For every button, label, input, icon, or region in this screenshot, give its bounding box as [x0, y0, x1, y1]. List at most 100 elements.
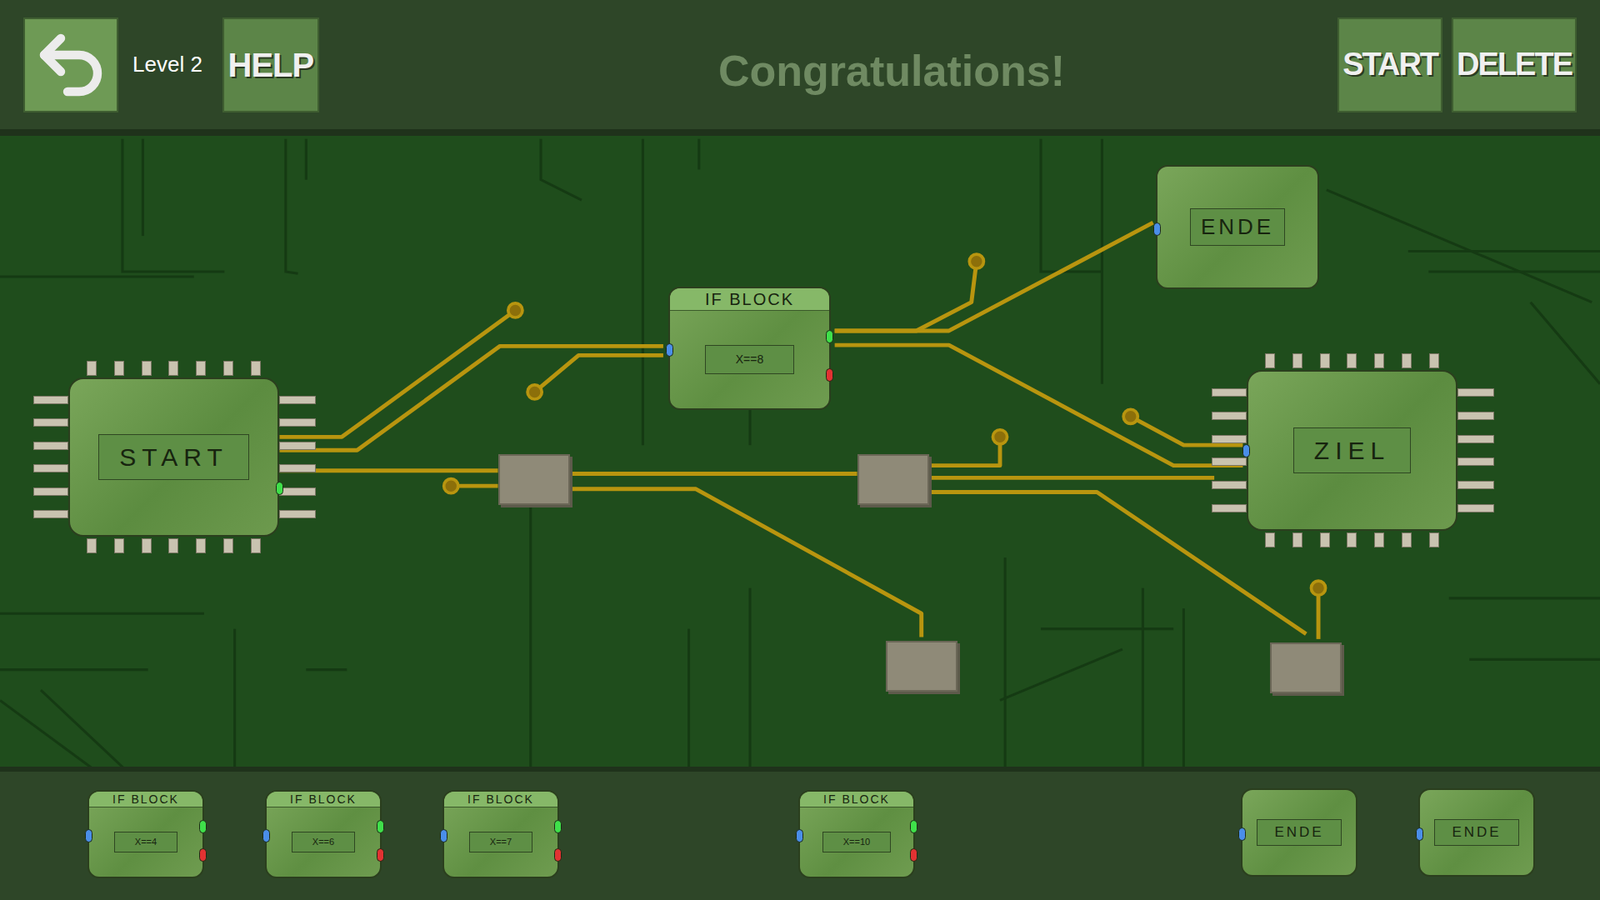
chip-pin [141, 360, 152, 376]
true-port[interactable] [199, 820, 207, 834]
input-port[interactable] [262, 829, 270, 843]
if-block[interactable]: IF BLOCK X==8 [668, 286, 831, 410]
chip-pin [86, 538, 97, 554]
palette-if-block[interactable]: IF BLOCKX==7 [442, 790, 560, 879]
chip-pin [195, 360, 206, 376]
chip-pin [1374, 353, 1385, 369]
chip-pin [33, 487, 69, 496]
junction-box[interactable] [885, 640, 958, 692]
true-port[interactable] [376, 820, 385, 834]
block-condition: X==6 [291, 831, 355, 853]
level-label: Level 2 [132, 48, 203, 81]
chip-pin [223, 538, 234, 554]
chip-pin [1320, 532, 1330, 548]
circuit-board: START ZIEL IF BLOCK X==8 ENDE [0, 135, 1600, 767]
ende-block[interactable]: ENDE [1155, 165, 1320, 290]
chip-pin [114, 360, 125, 376]
chip-pin [168, 360, 179, 376]
chip-pin [1211, 388, 1247, 397]
input-port[interactable] [1415, 827, 1424, 841]
chip-pin [86, 360, 97, 376]
chip-pin [33, 464, 69, 473]
palette-if-block[interactable]: IF BLOCK X==6 [265, 790, 382, 879]
chip-pin [1211, 504, 1247, 513]
chip-pin [33, 510, 69, 519]
output-port[interactable] [275, 481, 284, 495]
input-port[interactable] [1153, 222, 1161, 236]
false-port[interactable] [910, 848, 918, 862]
chip-pin [279, 418, 316, 427]
junction-box[interactable] [857, 454, 930, 505]
true-port[interactable] [825, 330, 834, 344]
status-message: Congratulations! [716, 38, 1067, 104]
chip-pin [1292, 532, 1303, 548]
chip-pin [33, 395, 69, 405]
chip-pin [1457, 388, 1495, 397]
input-port[interactable] [440, 829, 448, 843]
input-port[interactable] [1238, 827, 1246, 841]
false-port[interactable] [376, 848, 385, 862]
chip-pin [1346, 353, 1357, 369]
block-palette: IF BLOCKX==4IF BLOCKX==6IF BLOCKX==7IF B… [0, 766, 1600, 900]
true-port[interactable] [554, 820, 562, 834]
block-title: IF BLOCK [800, 791, 914, 808]
block-label: ENDE [1190, 208, 1285, 246]
chip-pin [1457, 480, 1495, 490]
chip-pin [1265, 532, 1275, 548]
block-title: IF BLOCK [266, 791, 380, 808]
block-condition: X==10 [822, 831, 891, 853]
chip-pin [1457, 504, 1495, 513]
block-title: IF BLOCK [670, 288, 830, 311]
false-port[interactable] [199, 848, 207, 862]
game-screen: Level 2HELPCongratulations!STARTDELETEST… [0, 0, 1600, 900]
chip-pin [1457, 457, 1495, 466]
chip-pin [1401, 353, 1412, 369]
palette-ende-block[interactable]: ENDE [1240, 788, 1358, 877]
palette-if-block[interactable]: IF BLOCK X==10 [798, 790, 915, 879]
chip-pin [1292, 353, 1303, 369]
start-chip[interactable]: START [68, 377, 280, 537]
help-button[interactable]: HELP [222, 17, 320, 113]
block-label: ENDE [1256, 819, 1341, 846]
input-port[interactable] [795, 829, 804, 843]
chip-pin [1265, 353, 1275, 369]
block-condition: X==8 [705, 345, 795, 375]
input-port[interactable] [665, 343, 674, 357]
chip-pin [1457, 411, 1495, 420]
chip-label: START [98, 434, 250, 480]
chip-label: ZIEL [1293, 427, 1411, 474]
chip-pin [279, 464, 316, 473]
back-arrow-icon [30, 25, 111, 105]
junction-box[interactable] [498, 454, 570, 505]
block-title: IF BLOCK [444, 791, 558, 808]
palette-ende-block[interactable]: ENDE [1418, 788, 1535, 877]
input-port[interactable] [1242, 444, 1250, 458]
input-port[interactable] [85, 829, 93, 843]
chip-pin [1211, 411, 1247, 420]
chip-pin [279, 487, 316, 496]
back-button[interactable] [23, 17, 119, 113]
chip-pin [33, 418, 69, 427]
chip-pin [1211, 435, 1247, 444]
chip-pin [250, 360, 261, 376]
chip-pin [279, 441, 316, 450]
chip-pin [33, 441, 69, 450]
chip-pin [114, 538, 125, 554]
ziel-chip[interactable]: ZIEL [1246, 370, 1458, 531]
false-port[interactable] [554, 848, 562, 862]
chip-pin [1320, 353, 1330, 369]
false-port[interactable] [825, 368, 834, 382]
chip-pin [1211, 480, 1247, 490]
chip-pin [279, 510, 316, 519]
chip-pin [168, 538, 179, 554]
start-button[interactable]: START [1337, 17, 1443, 113]
block-condition: X==4 [114, 831, 178, 853]
palette-if-block[interactable]: IF BLOCKX==4 [87, 790, 205, 879]
chip-pin [279, 395, 316, 405]
delete-button[interactable]: DELETE [1451, 17, 1577, 113]
chip-pin [1346, 532, 1357, 548]
junction-box[interactable] [1270, 642, 1342, 694]
chip-pin [1429, 532, 1440, 548]
true-port[interactable] [910, 820, 918, 834]
chip-pin [1401, 532, 1412, 548]
